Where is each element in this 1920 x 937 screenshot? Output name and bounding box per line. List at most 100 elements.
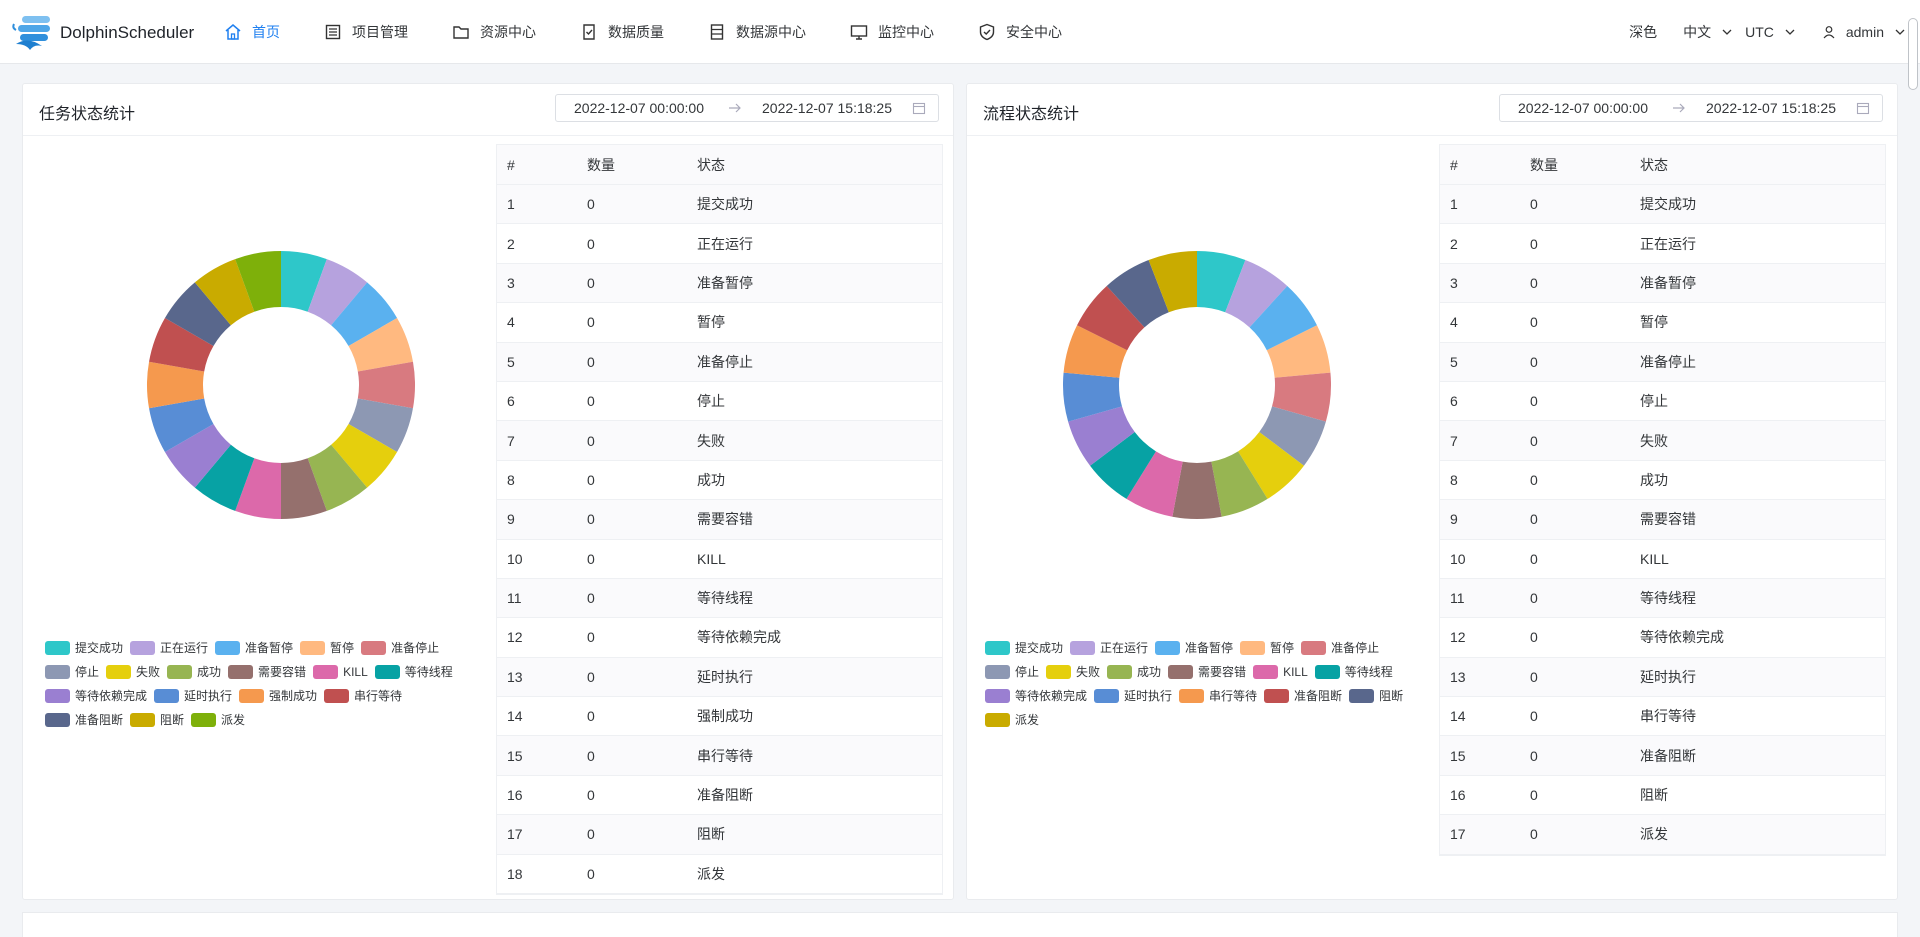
legend-item[interactable]: 串行等待 — [324, 684, 402, 708]
legend-item[interactable]: 阻断 — [130, 708, 184, 732]
table-cell: 0 — [587, 432, 595, 449]
table-cell: 0 — [587, 708, 595, 725]
table-cell: 7 — [507, 432, 515, 449]
legend-item[interactable]: 成功 — [167, 660, 221, 684]
legend-item[interactable]: 派发 — [985, 708, 1039, 732]
legend-label: 阻断 — [160, 713, 185, 727]
nav-security[interactable]: 安全中心 — [978, 0, 1062, 64]
legend-item[interactable]: 串行等待 — [1179, 684, 1257, 708]
legend-item[interactable]: KILL — [313, 660, 368, 684]
legend-item[interactable]: 准备暂停 — [215, 636, 293, 660]
table-cell: 16 — [1450, 787, 1466, 804]
legend-item[interactable]: 等待线程 — [374, 660, 453, 684]
legend-swatch — [985, 641, 1010, 655]
legend-item[interactable]: 准备阻断 — [1264, 684, 1342, 708]
range-start[interactable]: 2022-12-07 00:00:00 — [574, 100, 704, 116]
card-header: 任务状态统计 2022-12-07 00:00:00 2022-12-07 15… — [23, 84, 953, 136]
legend-swatch — [1301, 641, 1327, 655]
legend-item[interactable]: 准备停止 — [1301, 636, 1379, 660]
legend-item[interactable]: 成功 — [1107, 660, 1161, 684]
legend-item[interactable]: 正在运行 — [130, 636, 208, 660]
nav-resource[interactable]: 资源中心 — [452, 0, 536, 64]
table-cell: 0 — [1530, 393, 1538, 410]
range-start[interactable]: 2022-12-07 00:00:00 — [1518, 100, 1648, 116]
theme-toggle[interactable]: 深色 — [1629, 22, 1657, 42]
legend-item[interactable]: 失败 — [1046, 660, 1100, 684]
table-cell: 0 — [587, 550, 595, 567]
legend-item[interactable]: 延时执行 — [1094, 684, 1172, 708]
table-cell: 4 — [507, 314, 515, 331]
legend-swatch — [324, 689, 350, 703]
legend-item[interactable]: 暂停 — [1240, 636, 1294, 660]
table-cell: 8 — [1450, 471, 1458, 488]
home-icon — [225, 24, 241, 40]
table-cell: 0 — [587, 590, 595, 607]
table-cell: 0 — [587, 865, 595, 882]
app-logo[interactable]: DolphinScheduler — [12, 14, 194, 52]
legend-swatch — [985, 689, 1010, 703]
nav-data-quality[interactable]: 数据质量 — [580, 0, 664, 64]
nav-home[interactable]: 首页 — [224, 0, 280, 64]
user-icon — [1823, 26, 1835, 39]
user-dropdown[interactable]: admin — [1822, 24, 1906, 40]
table-cell: 0 — [587, 393, 595, 410]
legend-item[interactable]: 等待线程 — [1314, 660, 1393, 684]
range-end[interactable]: 2022-12-07 15:18:25 — [1706, 100, 1836, 116]
language-dropdown[interactable]: 中文 — [1683, 22, 1733, 42]
date-range-picker[interactable]: 2022-12-07 00:00:00 2022-12-07 15:18:25 — [555, 94, 939, 122]
table-cell: 成功 — [697, 471, 725, 488]
legend-item[interactable]: 等待依赖完成 — [985, 684, 1087, 708]
legend-item[interactable]: 停止 — [985, 660, 1039, 684]
legend-item[interactable]: 延时执行 — [154, 684, 232, 708]
legend-item[interactable]: 等待依赖完成 — [45, 684, 147, 708]
legend-item[interactable]: 派发 — [191, 708, 245, 732]
process-state-legend: 提交成功 正在运行 准备暂停 暂停 准备停止停止 失败 成功 需要容错 KILL 等待线程等待依赖… — [985, 636, 1425, 732]
legend-item[interactable]: 准备暂停 — [1155, 636, 1233, 660]
legend-item[interactable]: 失败 — [106, 660, 160, 684]
nav-label: 数据源中心 — [736, 24, 806, 40]
table-cell: 16 — [507, 787, 523, 804]
table-cell: 0 — [1530, 432, 1538, 449]
table-cell: 2 — [507, 235, 515, 252]
table-cell: 准备停止 — [697, 353, 753, 370]
nav-datasource[interactable]: 数据源中心 — [708, 0, 806, 64]
legend-label: 暂停 — [330, 641, 355, 655]
legend-item[interactable]: 提交成功 — [985, 636, 1063, 660]
legend-item[interactable]: 准备阻断 — [45, 708, 123, 732]
legend-swatch — [313, 665, 339, 679]
page-scrollbar[interactable] — [1908, 18, 1918, 90]
legend-label: 阻断 — [1379, 689, 1404, 703]
legend-swatch — [215, 641, 241, 655]
legend-item[interactable]: 提交成功 — [45, 636, 123, 660]
table-cell: 准备阻断 — [697, 787, 753, 804]
table-cell: 正在运行 — [1640, 235, 1696, 252]
nav-project[interactable]: 项目管理 — [324, 0, 408, 64]
table-cell: 11 — [507, 590, 522, 607]
legend-label: 延时执行 — [1124, 689, 1173, 703]
legend-item[interactable]: 强制成功 — [239, 684, 317, 708]
legend-swatch — [985, 665, 1010, 679]
legend-item[interactable]: 阻断 — [1349, 684, 1403, 708]
legend-item[interactable]: KILL — [1253, 660, 1308, 684]
legend-item[interactable]: 准备停止 — [361, 636, 439, 660]
table-cell: 失败 — [697, 432, 725, 449]
legend-swatch — [1264, 689, 1290, 703]
table-row: 13 0 延时执行 — [1440, 657, 1885, 698]
legend-label: 准备停止 — [391, 641, 440, 655]
legend-swatch — [374, 665, 400, 679]
legend-item[interactable]: 需要容错 — [1168, 660, 1246, 684]
date-range-picker[interactable]: 2022-12-07 00:00:00 2022-12-07 15:18:25 — [1499, 94, 1883, 122]
legend-item[interactable]: 正在运行 — [1070, 636, 1148, 660]
legend-label: 等待依赖完成 — [1015, 689, 1088, 703]
table-row: 12 0 等待依赖完成 — [1440, 618, 1885, 658]
legend-item[interactable]: 需要容错 — [228, 660, 306, 684]
nav-monitor[interactable]: 监控中心 — [850, 0, 934, 64]
legend-item[interactable]: 停止 — [45, 660, 99, 684]
legend-swatch — [154, 689, 180, 703]
table-cell: 0 — [1530, 196, 1538, 213]
timezone-dropdown[interactable]: UTC — [1745, 24, 1796, 40]
legend-item[interactable]: 暂停 — [300, 636, 354, 660]
legend-swatch — [130, 713, 156, 727]
table-cell: 17 — [1450, 826, 1466, 843]
range-end[interactable]: 2022-12-07 15:18:25 — [762, 100, 892, 116]
